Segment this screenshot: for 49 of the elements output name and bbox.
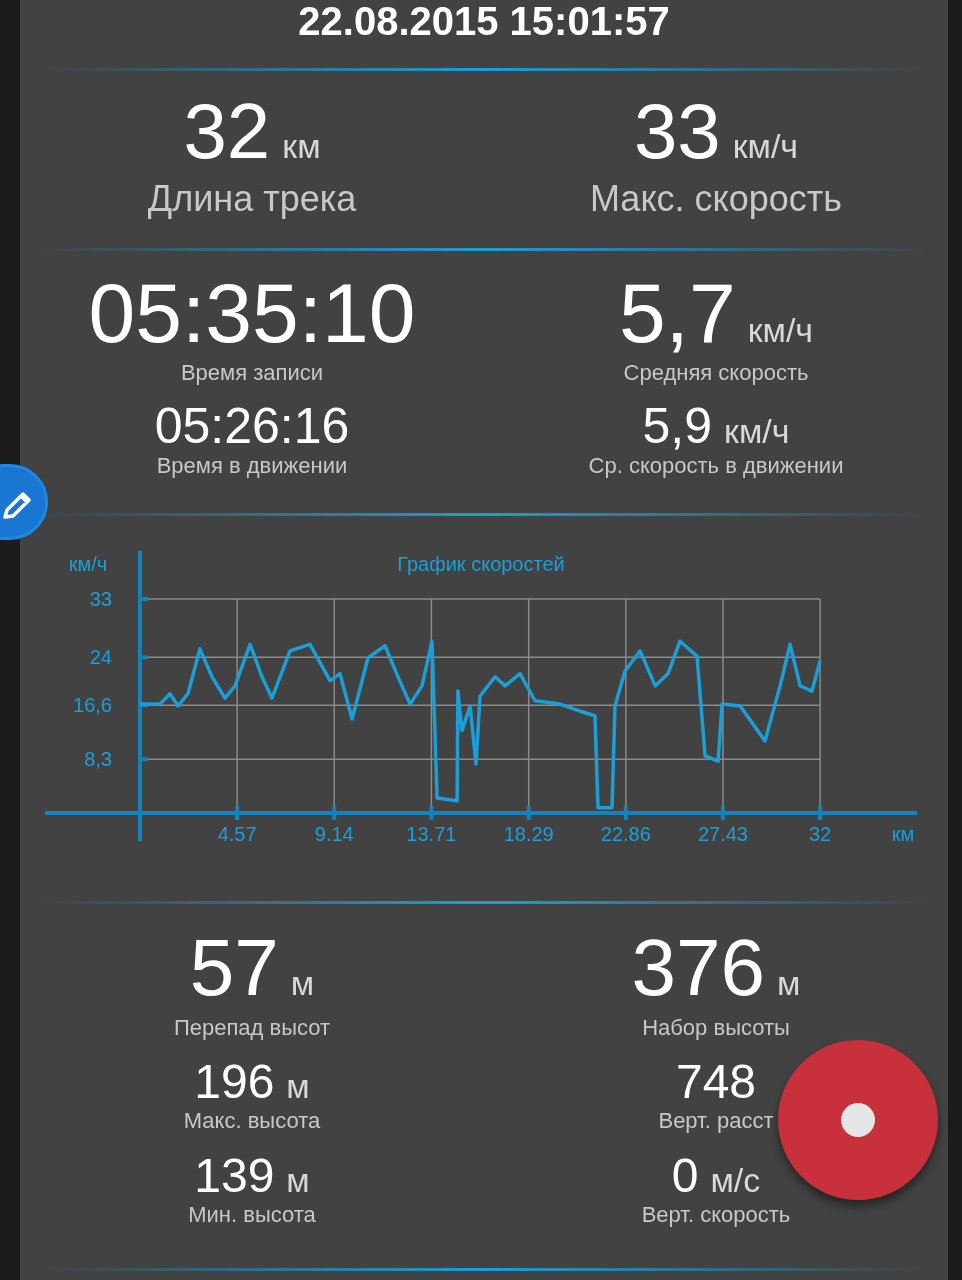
chart-title: График скоростей [397,553,565,575]
x-tick-label: 18.29 [503,823,554,845]
y-tick-label: 33 [89,588,112,610]
stat-value: 196 [194,1058,275,1106]
stat-label: Время записи [180,361,324,385]
x-axis-label: км [891,823,915,845]
unit-label: м [290,964,315,1003]
stat-value: 0 [671,1152,699,1200]
y-tick-label: 8,3 [84,748,112,771]
y-tick-label: 24 [89,646,112,669]
stat-label: Длина трека [147,177,357,221]
stat-value: 5,9 [642,401,713,451]
stat-value: 05:26:16 [154,401,350,451]
unit-label: м [777,964,801,1003]
stat-value: 748 [675,1058,757,1106]
stat-label: Мин. высота [188,1202,316,1228]
stat-label: Средняя скорость [623,361,809,385]
y-tick-label: 16,6 [73,694,112,717]
stat-label: Макс. высота [183,1108,321,1134]
unit-label: м [286,1161,310,1200]
x-tick-label: 27.43 [697,823,748,845]
unit-label: м [286,1067,310,1106]
x-tick-label: 9.14 [314,823,354,845]
x-tick-label: 22.86 [600,823,651,845]
stat-value: 5,7 [618,265,736,361]
x-tick-label: 32 [808,823,832,845]
stat-value: 139 [194,1152,275,1200]
stat-label: Набор высоты [642,1016,790,1040]
stat-value: 376 [631,922,766,1014]
stat-value: 05:35:10 [88,265,416,361]
unit-label: км/ч [747,311,814,350]
stat-label: Верт. скорость [641,1202,791,1228]
stat-value: 33 [633,87,721,175]
stat-label: Верт. расст [658,1108,774,1134]
stat-label: Время в движении [156,453,348,479]
stat-label: Перепад высот [173,1016,331,1040]
unit-label: км/ч [732,127,799,166]
unit-label: км [282,127,321,166]
stat-value: 57 [189,922,279,1014]
x-tick-label: 4.57 [217,823,257,845]
stat-label: Макс. скорость [589,177,842,221]
date-time: 22.08.2015 15:01:57 [298,0,670,42]
stat-label: Ср. скорость в движении [588,453,844,479]
x-tick-label: 13.71 [406,823,457,845]
unit-label: км/ч [724,412,790,451]
unit-label: м/с [710,1161,761,1200]
record-icon [841,1103,875,1137]
y-axis-label: км/ч [68,553,108,575]
stat-value: 32 [183,87,271,175]
